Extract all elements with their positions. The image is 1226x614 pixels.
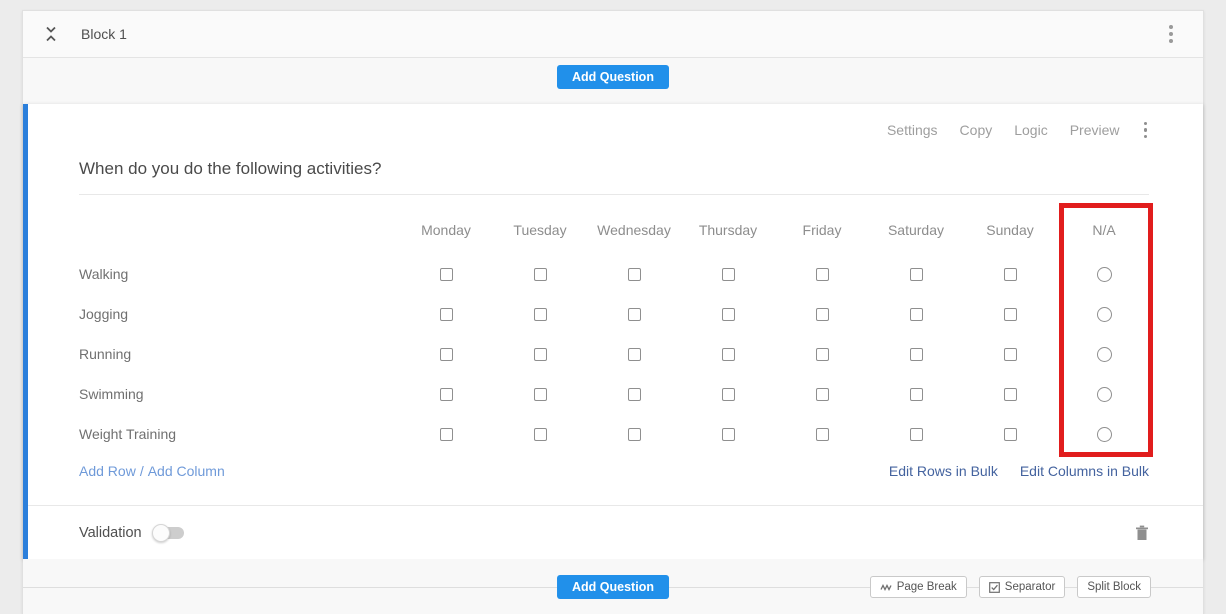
matrix-checkbox[interactable] <box>1004 428 1017 441</box>
collapse-block-icon[interactable] <box>44 26 58 42</box>
matrix-checkbox[interactable] <box>910 308 923 321</box>
matrix-radio-na[interactable] <box>1097 267 1112 282</box>
column-header-thursday: Thursday <box>681 222 775 238</box>
matrix-row-running: Running <box>79 334 1149 374</box>
matrix-checkbox[interactable] <box>534 268 547 281</box>
validation-row: Validation <box>28 505 1203 559</box>
matrix-checkbox[interactable] <box>534 428 547 441</box>
page-break-button[interactable]: Page Break <box>870 576 967 598</box>
block-title: Block 1 <box>81 26 127 42</box>
question-menu-icon[interactable] <box>1142 120 1150 141</box>
matrix-checkbox[interactable] <box>816 428 829 441</box>
matrix-checkbox[interactable] <box>440 348 453 361</box>
question-title[interactable]: When do you do the following activities? <box>79 156 1149 182</box>
edit-columns-in-bulk-link[interactable]: Edit Columns in Bulk <box>1020 463 1149 479</box>
question-toolbar: Settings Copy Logic Preview <box>79 120 1149 140</box>
matrix-header-row: Monday Tuesday Wednesday Thursday Friday… <box>79 205 1149 254</box>
add-row-link[interactable]: Add Row <box>79 463 136 479</box>
validation-label: Validation <box>79 525 142 541</box>
matrix-checkbox[interactable] <box>722 308 735 321</box>
block-menu-icon[interactable] <box>1167 23 1175 45</box>
matrix-checkbox[interactable] <box>534 388 547 401</box>
matrix-checkbox[interactable] <box>1004 388 1017 401</box>
matrix-checkbox[interactable] <box>440 428 453 441</box>
row-label[interactable]: Running <box>79 346 399 362</box>
row-label[interactable]: Weight Training <box>79 426 399 442</box>
block-header: Block 1 <box>23 11 1203 58</box>
matrix-checkbox[interactable] <box>534 348 547 361</box>
toggle-knob <box>152 524 170 542</box>
question-title-divider <box>79 194 1149 195</box>
matrix-row-walking: Walking <box>79 254 1149 294</box>
separator-icon <box>989 582 1000 593</box>
matrix-checkbox[interactable] <box>910 428 923 441</box>
matrix-checkbox[interactable] <box>440 308 453 321</box>
question-card: Settings Copy Logic Preview When do you … <box>23 104 1203 559</box>
add-question-button-top[interactable]: Add Question <box>557 65 669 89</box>
matrix-checkbox[interactable] <box>910 348 923 361</box>
delete-question-icon[interactable] <box>1135 525 1149 541</box>
validation-toggle[interactable] <box>154 527 184 539</box>
links-slash: / <box>140 463 144 479</box>
row-label[interactable]: Walking <box>79 266 399 282</box>
matrix-checkbox[interactable] <box>1004 268 1017 281</box>
preview-link[interactable]: Preview <box>1070 122 1120 138</box>
matrix-radio-na[interactable] <box>1097 427 1112 442</box>
settings-link[interactable]: Settings <box>887 122 938 138</box>
column-header-friday: Friday <box>775 222 869 238</box>
matrix-row-weight-training: Weight Training <box>79 414 1149 454</box>
matrix-radio-na[interactable] <box>1097 347 1112 362</box>
matrix-checkbox[interactable] <box>628 308 641 321</box>
block-footer: Add Question Page Break Separator S <box>23 559 1203 614</box>
matrix-checkbox[interactable] <box>816 308 829 321</box>
survey-builder-page: Block 1 Add Question Settings Copy Logic… <box>0 0 1226 614</box>
matrix-checkbox[interactable] <box>816 268 829 281</box>
matrix-checkbox[interactable] <box>628 428 641 441</box>
matrix-checkbox[interactable] <box>1004 308 1017 321</box>
matrix-checkbox[interactable] <box>628 348 641 361</box>
footer-actions: Page Break Separator Split Block <box>870 576 1151 598</box>
column-header-sunday: Sunday <box>963 222 1057 238</box>
matrix-links-row: Add Row / Add Column Edit Rows in Bulk E… <box>79 460 1149 482</box>
matrix-checkbox[interactable] <box>910 388 923 401</box>
matrix-checkbox[interactable] <box>722 268 735 281</box>
page-break-label: Page Break <box>897 581 957 593</box>
matrix-radio-na[interactable] <box>1097 387 1112 402</box>
block-panel: Block 1 Add Question Settings Copy Logic… <box>22 10 1204 614</box>
matrix-checkbox[interactable] <box>722 428 735 441</box>
separator-label: Separator <box>1005 581 1056 593</box>
column-header-na: N/A <box>1057 222 1151 238</box>
add-column-link[interactable]: Add Column <box>148 463 225 479</box>
column-header-monday: Monday <box>399 222 493 238</box>
add-question-button-bottom[interactable]: Add Question <box>557 575 669 599</box>
column-header-tuesday: Tuesday <box>493 222 587 238</box>
matrix-checkbox[interactable] <box>628 268 641 281</box>
row-label[interactable]: Jogging <box>79 306 399 322</box>
matrix-checkbox[interactable] <box>722 348 735 361</box>
matrix-checkbox[interactable] <box>628 388 641 401</box>
matrix-checkbox[interactable] <box>440 388 453 401</box>
copy-link[interactable]: Copy <box>960 122 993 138</box>
matrix-checkbox[interactable] <box>440 268 453 281</box>
matrix-row-swimming: Swimming <box>79 374 1149 414</box>
matrix-radio-na[interactable] <box>1097 307 1112 322</box>
matrix-checkbox[interactable] <box>816 348 829 361</box>
matrix-checkbox[interactable] <box>722 388 735 401</box>
matrix-checkbox[interactable] <box>816 388 829 401</box>
split-block-button[interactable]: Split Block <box>1077 576 1151 598</box>
matrix-checkbox[interactable] <box>1004 348 1017 361</box>
column-header-wednesday: Wednesday <box>587 222 681 238</box>
split-block-label: Split Block <box>1087 581 1141 593</box>
logic-link[interactable]: Logic <box>1014 122 1047 138</box>
matrix-row-jogging: Jogging <box>79 294 1149 334</box>
separator-button[interactable]: Separator <box>979 576 1066 598</box>
matrix-table: Monday Tuesday Wednesday Thursday Friday… <box>79 205 1149 454</box>
add-question-top-row: Add Question <box>23 58 1203 104</box>
column-header-saturday: Saturday <box>869 222 963 238</box>
matrix-checkbox[interactable] <box>534 308 547 321</box>
page-break-icon <box>880 582 892 592</box>
matrix-checkbox[interactable] <box>910 268 923 281</box>
edit-rows-in-bulk-link[interactable]: Edit Rows in Bulk <box>889 463 998 479</box>
row-label[interactable]: Swimming <box>79 386 399 402</box>
